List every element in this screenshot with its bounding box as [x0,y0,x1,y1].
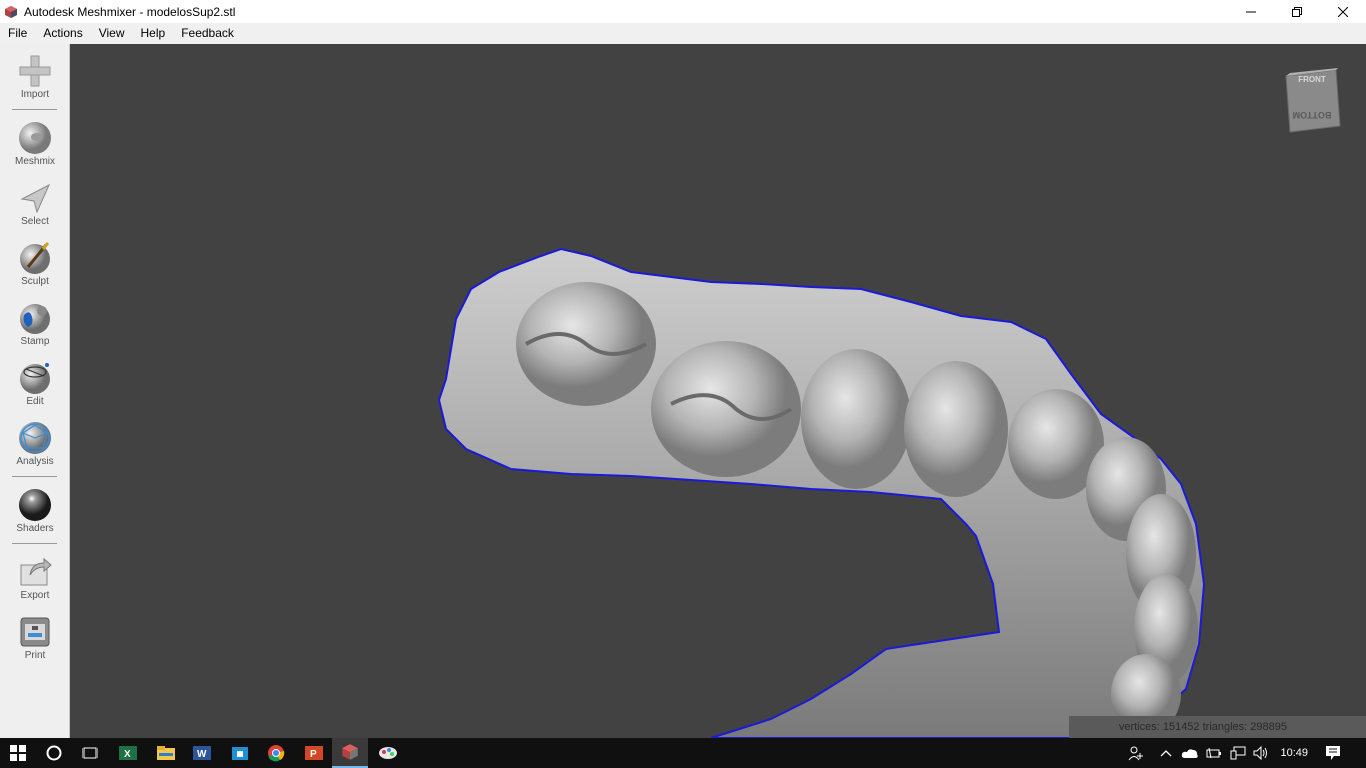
notification-icon [1326,746,1340,760]
menu-file[interactable]: File [0,23,35,44]
word-icon: W [193,746,211,760]
import-label: Import [20,89,50,100]
menu-bar: File Actions View Help Feedback [0,23,1366,44]
taskbar-store[interactable] [222,738,258,768]
stamp-tool[interactable]: Stamp [0,301,70,347]
plus-icon [19,55,51,87]
title-bar: Autodesk Meshmixer - modelosSup2.stl [0,0,1366,23]
search-button[interactable] [36,738,72,768]
export-tool[interactable]: Export [0,555,70,601]
select-tool[interactable]: Select [0,181,70,227]
3d-viewport[interactable]: FRONT BOTTOM vertices: 151452 triangles:… [71,44,1366,738]
onedrive-icon[interactable] [1178,738,1202,768]
toolbar-divider [12,543,57,544]
view-cube[interactable]: FRONT BOTTOM [1282,64,1342,141]
svg-text:P: P [310,749,317,760]
stamp-sphere-icon [20,304,50,334]
bunny-sphere-icon [19,122,51,154]
menu-feedback[interactable]: Feedback [173,23,242,44]
store-icon [232,747,248,760]
menu-actions[interactable]: Actions [35,23,90,44]
svg-text:X: X [124,749,131,760]
network-icon[interactable] [1226,738,1250,768]
ethernet-icon [1230,746,1246,760]
task-view-icon [82,747,98,759]
toolbar-divider [12,476,57,477]
taskbar-excel[interactable]: X [110,738,146,768]
restore-icon [1292,6,1302,17]
show-hidden-icons[interactable] [1156,738,1176,768]
chrome-icon [268,745,285,762]
shaders-label: Shaders [16,523,54,534]
edit-sphere-icon [20,363,50,394]
sculpt-tool[interactable]: Sculpt [0,241,70,287]
cortana-circle-icon [46,745,62,761]
dental-arch-mesh[interactable] [71,44,1366,738]
start-button[interactable] [0,738,36,768]
people-icon[interactable] [1124,738,1148,768]
sculpt-label: Sculpt [21,276,49,287]
folder-icon [157,746,175,760]
export-icon [20,557,52,586]
meshmix-tool[interactable]: Meshmix [0,121,70,167]
export-label: Export [20,590,50,601]
left-toolbar: Import Meshmix Select Sculpt Stamp Edit … [0,44,70,738]
minimize-button[interactable] [1228,0,1274,23]
select-label: Select [21,216,49,227]
window-title: Autodesk Meshmixer - modelosSup2.stl [24,4,236,19]
menu-view[interactable]: View [91,23,133,44]
taskbar: X W P 10:49 [0,738,1366,768]
taskbar-file-explorer[interactable] [148,738,184,768]
close-button[interactable] [1320,0,1366,23]
view-cube-bottom-label: BOTTOM [1293,110,1332,120]
taskbar-meshmixer[interactable] [332,738,368,768]
menu-help[interactable]: Help [133,23,174,44]
shader-sphere-icon [19,489,51,521]
meshmixer-icon [342,744,358,760]
edit-label: Edit [26,396,44,407]
action-center-button[interactable] [1318,738,1348,768]
taskbar-powerpoint[interactable]: P [296,738,332,768]
speaker-icon [1253,746,1267,760]
people-glyph-icon [1128,746,1143,761]
arrow-cursor-icon [20,183,51,214]
powerpoint-icon: P [305,746,323,760]
toolbar-divider [12,109,57,110]
stamp-label: Stamp [20,336,50,347]
mesh-stats: vertices: 151452 triangles: 298895 [1068,716,1366,738]
chevron-up-icon [1160,750,1172,757]
taskbar-chrome[interactable] [258,738,294,768]
shaders-tool[interactable]: Shaders [0,488,70,534]
volume-icon[interactable] [1250,738,1272,768]
analysis-label: Analysis [16,456,54,467]
print-label: Print [24,650,46,661]
analysis-sphere-icon [19,422,51,454]
print-tool[interactable]: Print [0,615,70,661]
printer-3d-icon [20,617,50,647]
svg-text:W: W [197,749,207,760]
edit-tool[interactable]: Edit [0,361,70,407]
windows-logo-icon [10,745,26,761]
excel-icon: X [119,746,137,760]
battery-icon[interactable] [1204,738,1224,768]
cloud-icon [1181,749,1198,758]
task-view-button[interactable] [72,738,108,768]
taskbar-word[interactable]: W [184,738,220,768]
meshmixer-app-icon [5,5,17,18]
minimize-icon [1246,11,1256,12]
taskbar-clock[interactable]: 10:49 [1280,738,1308,768]
analysis-tool[interactable]: Analysis [0,421,70,467]
meshmix-label: Meshmix [14,156,55,167]
view-cube-front-label: FRONT [1298,75,1326,84]
brush-sphere-icon [20,242,50,274]
taskbar-paint[interactable] [370,738,406,768]
view-cube-icon: FRONT BOTTOM [1285,68,1341,133]
battery-glyph-icon [1206,747,1221,759]
import-tool[interactable]: Import [0,54,70,100]
restore-button[interactable] [1274,0,1320,23]
close-icon [1338,6,1348,17]
paint-icon [379,747,397,759]
